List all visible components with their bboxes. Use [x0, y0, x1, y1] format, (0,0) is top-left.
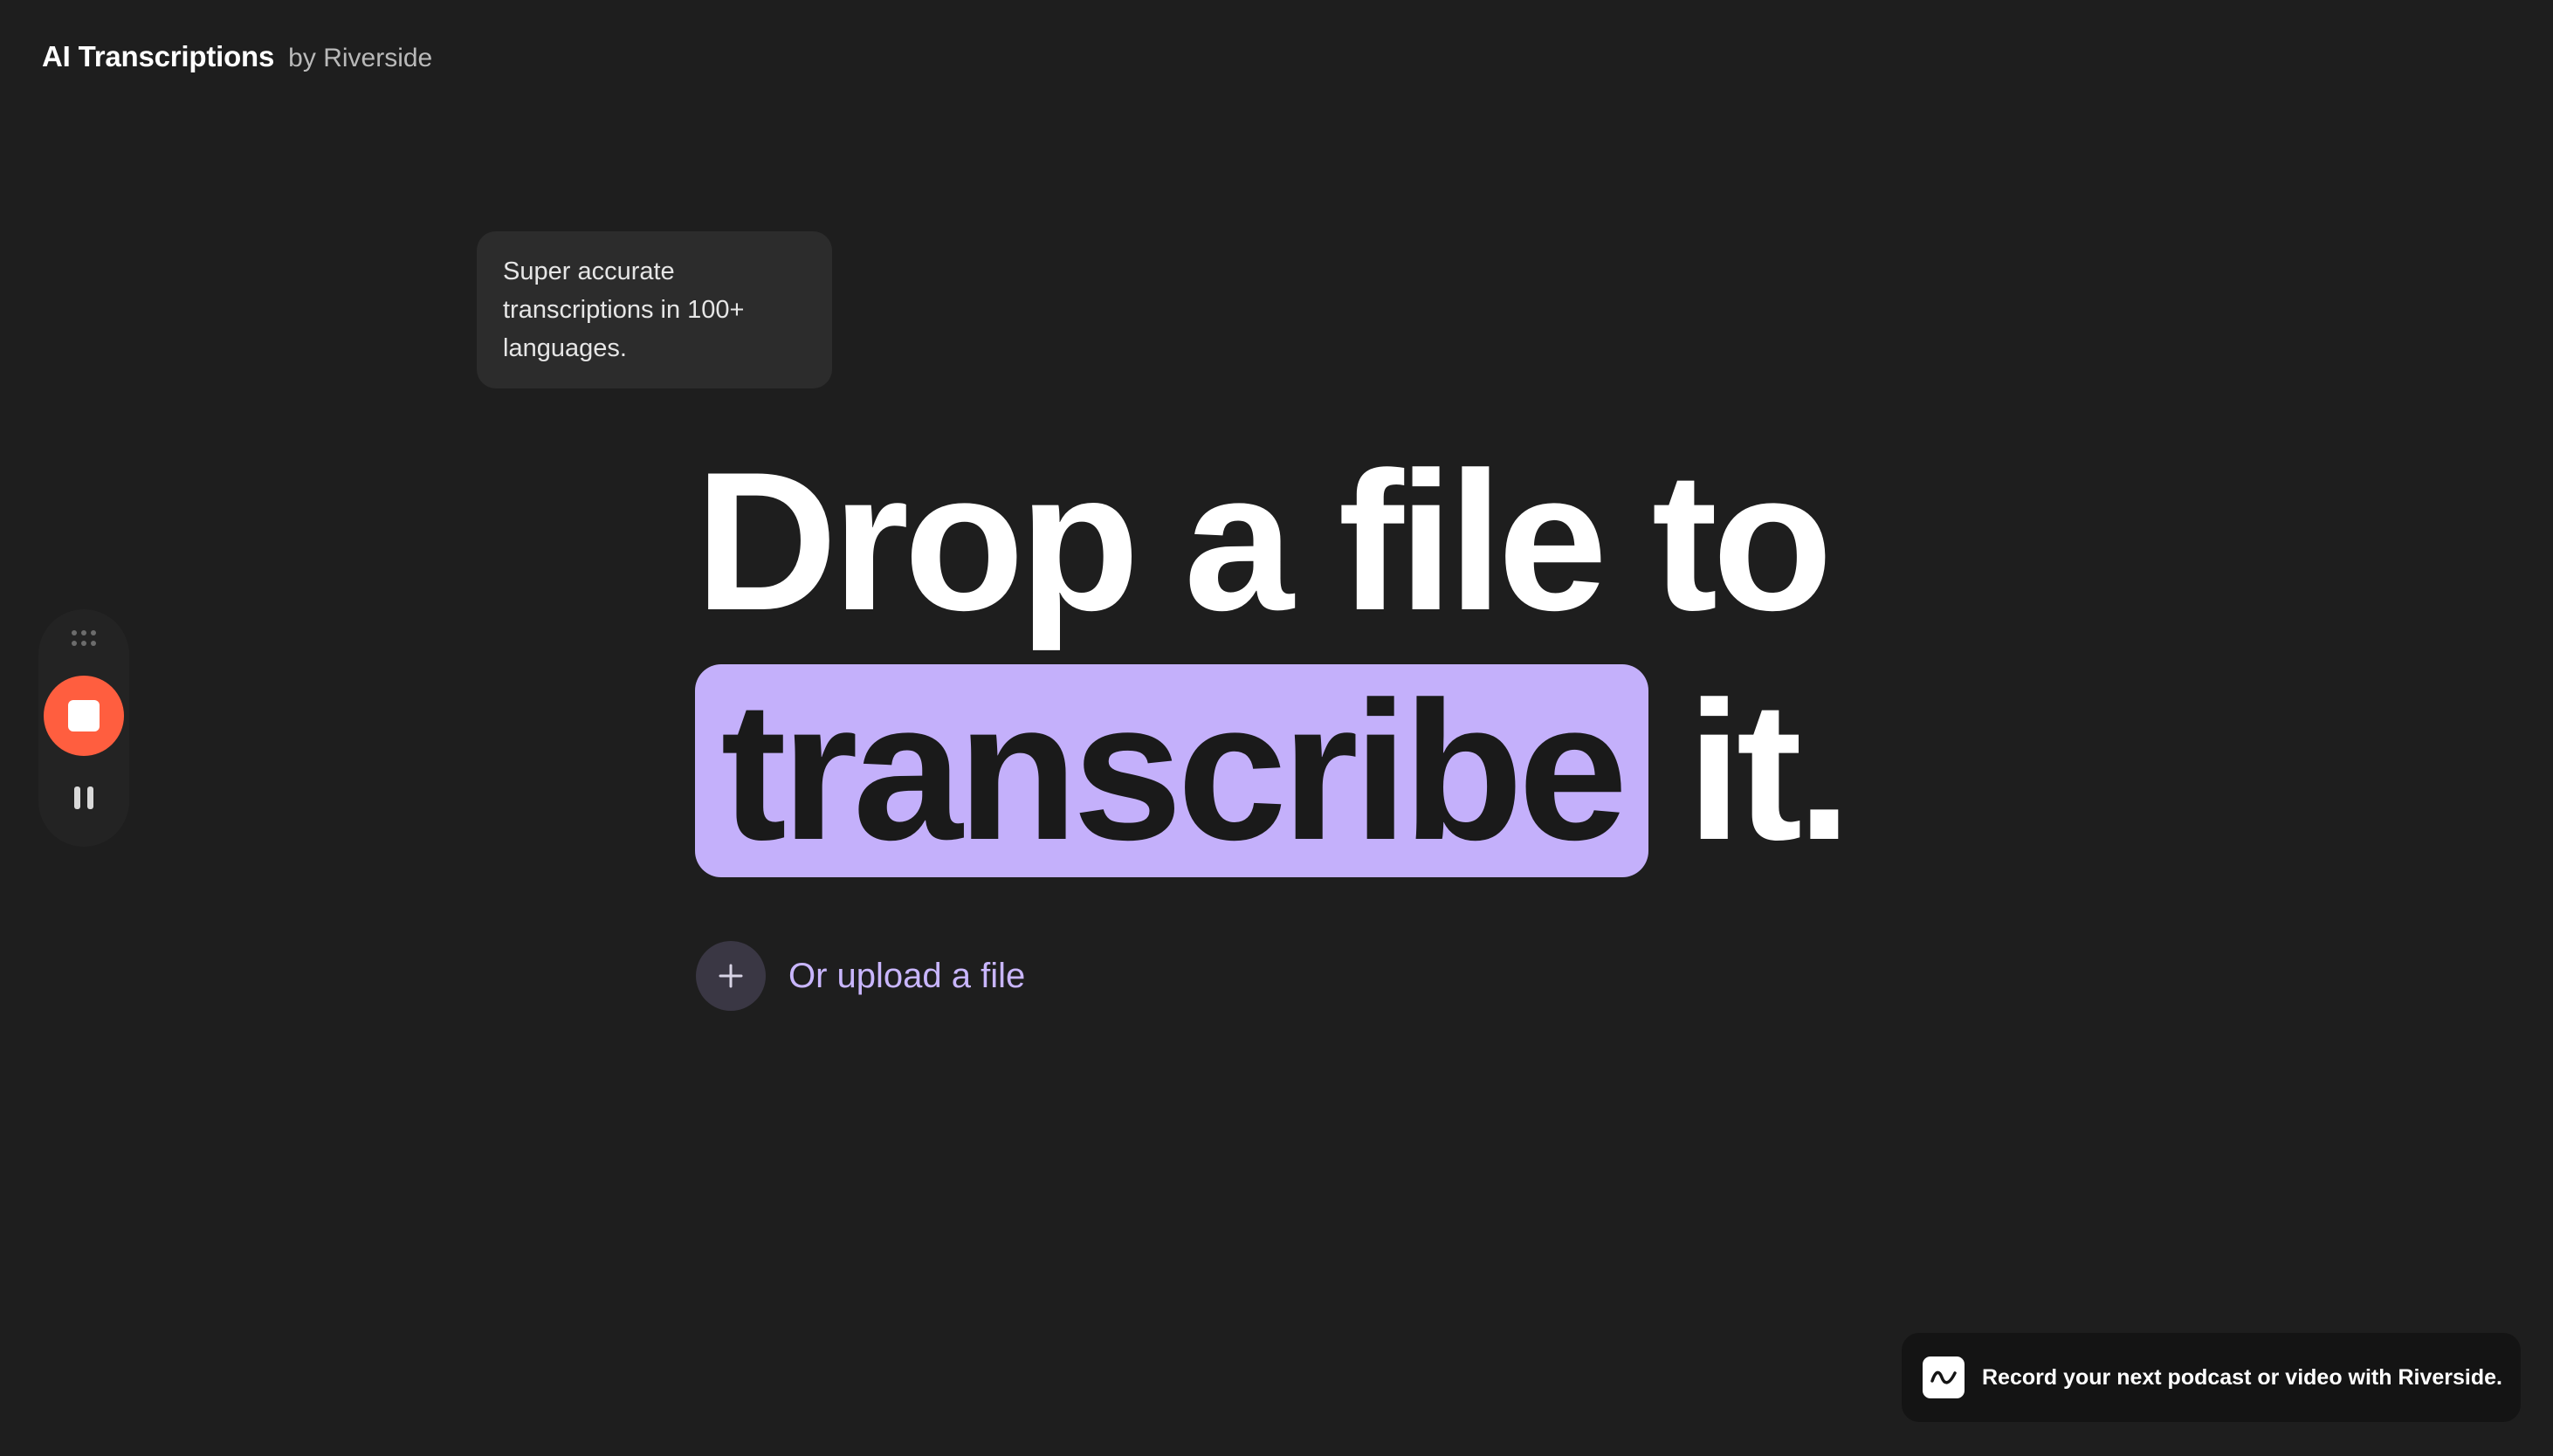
promo-text[interactable]: Record your next podcast or video with R…: [1982, 1365, 2502, 1391]
hero-heading: Drop a file to transcribe it.: [695, 430, 1852, 877]
recording-controls: [38, 609, 129, 847]
upload-file-label[interactable]: Or upload a file: [788, 957, 1025, 996]
app-title[interactable]: AI Transcriptions: [42, 40, 274, 73]
brand-subtitle: by Riverside: [288, 44, 433, 72]
pause-button[interactable]: [65, 779, 103, 817]
hero-line-2: transcribe it.: [695, 660, 1852, 881]
page: AI Transcriptions by Riverside Super acc…: [0, 0, 2553, 1456]
hero-line-1: Drop a file to: [695, 430, 1833, 651]
hero-highlight-word: transcribe: [695, 664, 1648, 877]
stop-recording-button[interactable]: [44, 676, 124, 756]
pause-icon: [74, 786, 93, 809]
plus-icon[interactable]: [696, 941, 766, 1011]
upload-file-button[interactable]: Or upload a file: [696, 941, 1025, 1011]
stop-icon: [68, 700, 100, 731]
languages-tooltip: Super accurate transcriptions in 100+ la…: [477, 231, 832, 388]
hero-line-2-end: it.: [1687, 660, 1852, 881]
riverside-promo-banner[interactable]: Record your next podcast or video with R…: [1902, 1333, 2521, 1422]
drag-handle-icon[interactable]: [70, 628, 98, 648]
riverside-logo-icon: [1923, 1356, 1965, 1398]
brand-header: AI Transcriptions by Riverside: [42, 40, 432, 73]
